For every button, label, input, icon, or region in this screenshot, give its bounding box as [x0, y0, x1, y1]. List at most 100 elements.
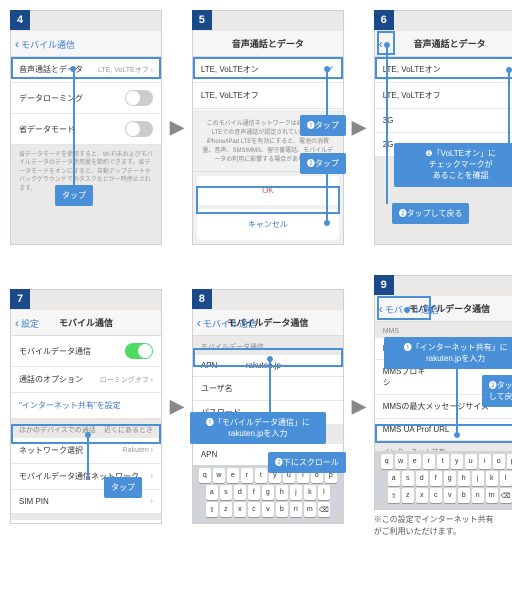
keyboard-key[interactable]: b [276, 502, 288, 517]
keyboard-key[interactable]: s [220, 485, 232, 500]
keyboard-key[interactable]: v [444, 488, 456, 503]
keyboard-key[interactable]: q [199, 468, 211, 483]
keyboard-key[interactable]: k [304, 485, 316, 500]
keyboard-key[interactable]: ⌫ [500, 488, 512, 503]
keyboard-key[interactable]: f [248, 485, 260, 500]
back-button[interactable]: ‹モバイル通信 [197, 316, 257, 330]
toggle[interactable] [125, 90, 153, 106]
nav-header: ‹ 音声通話とデータ [375, 31, 512, 57]
keyboard-key[interactable]: m [304, 502, 316, 517]
nav-header: ‹設定 モバイル通信 [11, 310, 161, 336]
keyboard-key[interactable]: w [395, 454, 407, 469]
keyboard[interactable]: qwertyuiop asdfghjkl ⇧zxcvbnm⌫ [375, 451, 512, 509]
keyboard-key[interactable]: j [290, 485, 302, 500]
keyboard-key[interactable]: y [451, 454, 463, 469]
network-select-row[interactable]: ネットワーク選択Rakuten › [11, 438, 161, 464]
data-roaming-row[interactable]: データローミング [11, 83, 161, 114]
keyboard-key[interactable]: n [472, 488, 484, 503]
toggle[interactable] [125, 121, 153, 137]
username-field[interactable]: ユーザ名 [193, 377, 343, 401]
callout-tap-back: ❷タップして戻る [392, 203, 470, 224]
option-volte-off[interactable]: LTE, VoLTEオフ [375, 83, 512, 109]
mms-ua-prof-field[interactable]: MMS UA Prof URL [375, 419, 512, 441]
keyboard-key[interactable]: d [416, 471, 428, 486]
keyboard-key[interactable]: z [402, 488, 414, 503]
keyboard-key[interactable]: o [493, 454, 505, 469]
keyboard-key[interactable]: ⇧ [206, 502, 218, 517]
hotspot-setup-row[interactable]: "インターネット共有"を設定 [11, 393, 161, 419]
chevron-left-icon: ‹ [15, 316, 19, 330]
arrow-icon: ▶ [352, 117, 366, 138]
keyboard-key[interactable]: d [234, 485, 246, 500]
step-badge: 8 [192, 289, 212, 309]
keyboard-key[interactable]: l [318, 485, 330, 500]
keyboard-key[interactable]: e [227, 468, 239, 483]
chevron-left-icon: ‹ [379, 302, 383, 316]
back-button[interactable]: ‹設定 [15, 316, 39, 330]
keyboard-key[interactable]: h [458, 471, 470, 486]
option-volte-off[interactable]: LTE, VoLTEオフ [193, 83, 343, 109]
cancel-button[interactable]: キャンセル [197, 209, 339, 240]
keyboard-key[interactable]: g [262, 485, 274, 500]
keyboard-key[interactable]: z [220, 502, 232, 517]
section-label: モバイルデータ通信 [193, 336, 343, 355]
voice-data-row[interactable]: 音声通話とデータLTE, VoLTEオフ › [11, 57, 161, 83]
keyboard-key[interactable]: n [290, 502, 302, 517]
keyboard-key[interactable]: x [416, 488, 428, 503]
keyboard-key[interactable]: s [402, 471, 414, 486]
option-volte-on[interactable]: LTE, VoLTEオン [193, 57, 343, 83]
keyboard-key[interactable]: a [206, 485, 218, 500]
keyboard-key[interactable]: w [213, 468, 225, 483]
keyboard-key[interactable]: f [430, 471, 442, 486]
callout-input: ❶「インターネット共有」に rakuten.jpを入力 [384, 337, 512, 369]
keyboard-key[interactable]: t [255, 468, 267, 483]
add-plan-row[interactable]: モバイル通信プランを追加 [11, 520, 161, 524]
keyboard-key[interactable]: p [507, 454, 512, 469]
option-volte-on[interactable]: LTE, VoLTEオン [375, 57, 512, 83]
keyboard-key[interactable]: i [479, 454, 491, 469]
keyboard-key[interactable]: c [248, 502, 260, 517]
keyboard-key[interactable]: a [388, 471, 400, 486]
keyboard-key[interactable]: c [430, 488, 442, 503]
keyboard-key[interactable]: h [276, 485, 288, 500]
keyboard-key[interactable]: q [381, 454, 393, 469]
callout-tap2: ❷タップ [300, 153, 346, 174]
keyboard[interactable]: qwertyuiopasdfghjkl⇧zxcvbnm⌫ [193, 465, 343, 523]
chevron-left-icon: ‹ [15, 37, 19, 51]
arrow-icon: ▶ [352, 396, 366, 417]
back-button[interactable]: ‹モバイル通信 [15, 37, 75, 51]
keyboard-key[interactable]: r [241, 468, 253, 483]
call-options-row[interactable]: 通話のオプションローミングオフ › [11, 367, 161, 393]
nav-header: 音声通話とデータ [193, 31, 343, 57]
keyboard-key[interactable]: j [472, 471, 484, 486]
nav-header: ‹モバイル通信 [11, 31, 161, 57]
ok-button[interactable]: OK [197, 176, 339, 205]
keyboard-key[interactable]: b [458, 488, 470, 503]
keyboard-key[interactable]: r [423, 454, 435, 469]
keyboard-key[interactable]: m [486, 488, 498, 503]
callout-input: ❶「モバイルデータ通信」に rakuten.jpを入力 [190, 412, 326, 444]
callout-tap: タップ [104, 477, 142, 498]
footnote: ※この設定でインターネット共有 がご利用いただけます。 [374, 514, 512, 538]
keyboard-key[interactable]: e [409, 454, 421, 469]
keyboard-key[interactable]: g [444, 471, 456, 486]
keyboard-key[interactable]: x [234, 502, 246, 517]
keyboard-key[interactable]: u [465, 454, 477, 469]
arrow-icon: ▶ [170, 396, 184, 417]
keyboard-key[interactable]: v [262, 502, 274, 517]
callout-tap-back: ❷タップ して戻る [482, 375, 512, 407]
section-label: MMS [375, 322, 512, 338]
mobile-data-row[interactable]: モバイルデータ通信 [11, 336, 161, 367]
keyboard-key[interactable]: t [437, 454, 449, 469]
step-badge: 5 [192, 10, 212, 30]
low-data-mode-row[interactable]: 省データモード [11, 114, 161, 145]
keyboard-key[interactable]: ⌫ [318, 502, 330, 517]
arrow-icon: ▶ [170, 117, 184, 138]
keyboard-key[interactable]: l [500, 471, 512, 486]
option-3g[interactable]: 3G [375, 109, 512, 133]
keyboard-key[interactable]: ⇧ [388, 488, 400, 503]
toggle[interactable] [125, 343, 153, 359]
keyboard-key[interactable]: k [486, 471, 498, 486]
step-badge: 7 [10, 289, 30, 309]
chevron-left-icon: ‹ [379, 37, 383, 51]
